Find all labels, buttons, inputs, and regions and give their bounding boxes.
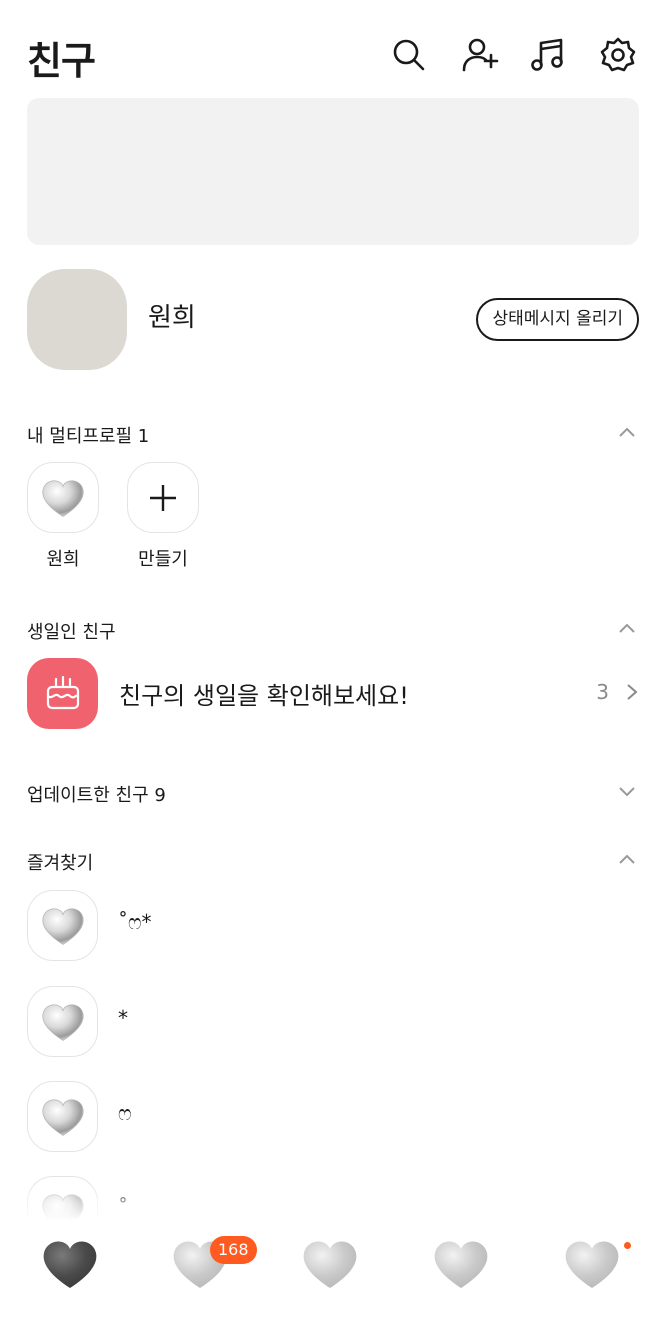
music-icon[interactable]: [529, 36, 567, 74]
shopping-tab[interactable]: [429, 1234, 493, 1294]
profile-name: 원희: [148, 303, 196, 333]
notification-dot: [624, 1242, 631, 1249]
avatar: [27, 986, 98, 1057]
heart-icon: [43, 1241, 97, 1288]
section-title: 즐겨찾기: [27, 853, 94, 874]
bottom-tab-bar: 168: [0, 1220, 666, 1329]
birthday-count: 3: [596, 680, 609, 704]
section-title: 업데이트한 친구 9: [27, 785, 166, 806]
section-title: 생일인 친구: [27, 622, 116, 643]
friends-tab[interactable]: [38, 1234, 102, 1294]
favorite-friend-item[interactable]: ෆ: [27, 1081, 639, 1152]
heart-icon: [42, 479, 84, 517]
chevron-right-icon[interactable]: [625, 682, 639, 702]
multi-profile-list: 원희 만들기: [27, 462, 327, 582]
birthday-row[interactable]: 친구의 생일을 확인해보세요! 3: [27, 658, 639, 730]
section-birthday[interactable]: 생일인 친구: [27, 614, 639, 644]
ad-banner[interactable]: [27, 98, 639, 245]
favorite-friend-item[interactable]: *: [27, 986, 639, 1057]
chevron-down-icon[interactable]: [617, 781, 637, 801]
chevron-up-icon[interactable]: [617, 849, 637, 869]
section-favorites[interactable]: 즐겨찾기: [27, 845, 639, 875]
unread-badge: 168: [210, 1236, 257, 1264]
multi-profile-label: 원희: [46, 549, 80, 570]
chevron-up-icon[interactable]: [617, 422, 637, 442]
chevron-up-icon[interactable]: [617, 618, 637, 638]
status-message-button[interactable]: 상태메시지 올리기: [476, 298, 639, 341]
friend-name: ˚ෆ*: [118, 910, 152, 934]
heart-icon: [41, 1003, 84, 1041]
heart-avatar: [27, 462, 99, 533]
cake-icon: [27, 658, 98, 729]
favorite-friend-item[interactable]: ˚ෆ*: [27, 890, 639, 961]
create-profile-thumb: [127, 462, 199, 533]
birthday-message: 친구의 생일을 확인해보세요!: [119, 682, 409, 710]
plus-icon: [150, 484, 176, 511]
friend-name: *: [118, 1006, 128, 1030]
heart-icon: [434, 1241, 488, 1288]
avatar: [27, 890, 98, 961]
avatar[interactable]: [27, 269, 127, 370]
section-multi-profile[interactable]: 내 멀티프로필 1: [27, 418, 639, 448]
openchat-tab[interactable]: [298, 1234, 362, 1294]
add-friend-icon[interactable]: [461, 36, 499, 74]
friend-name: ෆ: [118, 1101, 132, 1125]
create-profile-label: 만들기: [138, 549, 188, 570]
heart-icon: [565, 1241, 619, 1288]
my-profile[interactable]: 원희 상태메시지 올리기: [27, 269, 639, 370]
more-tab[interactable]: [560, 1234, 624, 1294]
heart-icon: [303, 1241, 357, 1288]
create-profile-button[interactable]: 만들기: [127, 462, 199, 571]
section-updated-friends[interactable]: 업데이트한 친구 9: [27, 777, 639, 807]
heart-icon: [41, 1098, 84, 1136]
header: 친구: [0, 0, 666, 98]
settings-icon[interactable]: [599, 36, 637, 74]
search-icon[interactable]: [390, 36, 428, 74]
heart-icon: [41, 907, 84, 945]
avatar: [27, 1081, 98, 1152]
scroll-fade: [0, 1180, 666, 1220]
section-title: 내 멀티프로필 1: [27, 426, 150, 447]
multi-profile-item[interactable]: 원희: [27, 462, 99, 571]
page-title: 친구: [27, 39, 96, 83]
